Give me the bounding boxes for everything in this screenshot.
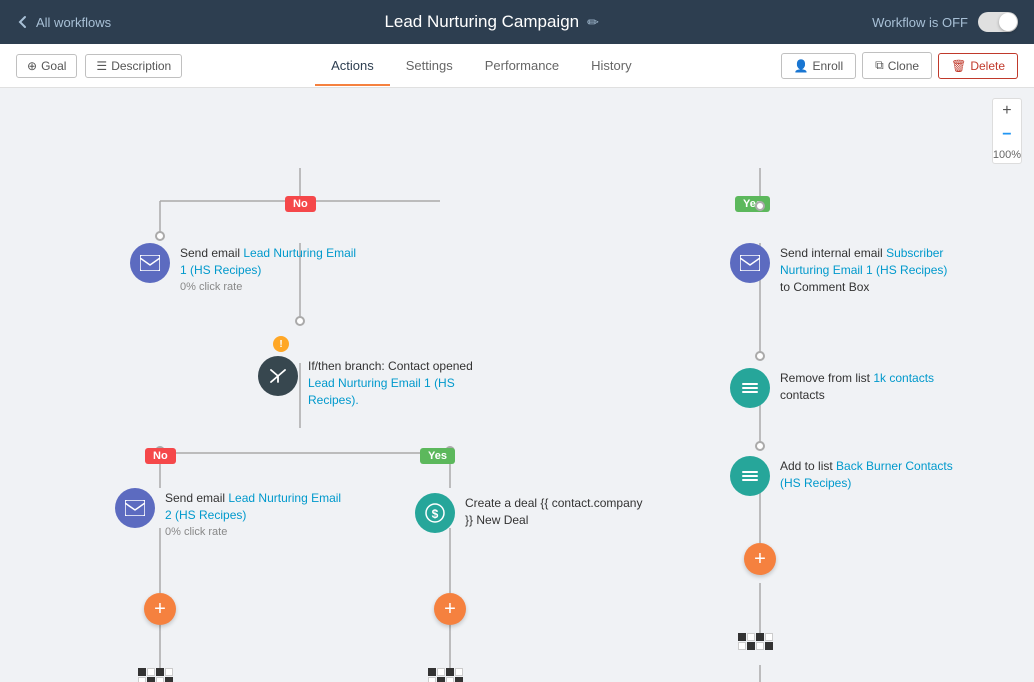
delete-button[interactable]: 🗑 Delete	[938, 53, 1018, 79]
node-send-internal-email[interactable]: Send internal email Subscriber Nurturing…	[730, 243, 960, 295]
conn-dot-2	[755, 201, 765, 211]
end-flag-right	[738, 633, 773, 650]
email-icon-2	[115, 488, 155, 528]
node-title-deal: Create a deal {{ contact.company }} New …	[465, 495, 645, 529]
header: All workflows Lead Nurturing Campaign ✏ …	[0, 0, 1034, 44]
tab-settings[interactable]: Settings	[390, 46, 469, 85]
deal-icon: $	[415, 493, 455, 533]
enroll-label: Enroll	[812, 59, 843, 73]
node-send-email-2[interactable]: Send email Lead Nurturing Email 2 (HS Re…	[115, 488, 345, 538]
goal-icon: ⊕	[27, 59, 37, 73]
node-content-deal: Create a deal {{ contact.company }} New …	[465, 493, 645, 529]
edit-icon[interactable]: ✏	[587, 14, 599, 31]
description-button[interactable]: ☰ Description	[85, 54, 182, 78]
back-navigation[interactable]: All workflows	[16, 15, 111, 30]
node-content-add: Add to list Back Burner Contacts (HS Rec…	[780, 456, 960, 492]
conn-dot-5	[755, 441, 765, 451]
workflow-status: Workflow is OFF	[872, 15, 968, 30]
no-branch-top: No	[285, 196, 316, 212]
zoom-level: 100%	[993, 147, 1021, 163]
branch-icon	[258, 356, 298, 396]
header-right: Workflow is OFF	[872, 12, 1018, 32]
workflow-toggle[interactable]	[978, 12, 1018, 32]
conn-dot-1	[155, 231, 165, 241]
remove-list-link[interactable]: 1k contacts	[873, 371, 934, 385]
node-branch[interactable]: If/then branch: Contact opened Lead Nurt…	[258, 356, 488, 408]
node-title-branch: If/then branch: Contact opened Lead Nurt…	[308, 358, 488, 408]
zoom-controls: + − 100%	[992, 98, 1022, 164]
clone-button[interactable]: ⧉ Clone	[862, 52, 932, 79]
node-add-list[interactable]: Add to list Back Burner Contacts (HS Rec…	[730, 456, 960, 496]
toggle-knob	[999, 13, 1017, 31]
clone-label: Clone	[888, 59, 919, 73]
tab-bar: Actions Settings Performance History	[315, 46, 648, 85]
end-flag-left	[138, 668, 173, 682]
email-icon-1	[130, 243, 170, 283]
yes-branch-bottom: Yes	[420, 448, 455, 464]
toolbar: ⊕ Goal ☰ Description Actions Settings Pe…	[0, 44, 1034, 88]
node-title-email-2: Send email Lead Nurturing Email 2 (HS Re…	[165, 490, 345, 524]
back-link[interactable]: All workflows	[36, 15, 111, 30]
tab-performance[interactable]: Performance	[469, 46, 575, 85]
add-btn-right[interactable]: +	[744, 543, 776, 575]
enroll-button[interactable]: 👤 Enroll	[781, 53, 857, 79]
goal-label: Goal	[41, 59, 66, 73]
node-create-deal[interactable]: $ Create a deal {{ contact.company }} Ne…	[415, 493, 645, 533]
branch-link[interactable]: Lead Nurturing Email 1 (HS Recipes).	[308, 376, 455, 407]
node-content-email-2: Send email Lead Nurturing Email 2 (HS Re…	[165, 488, 345, 538]
description-label: Description	[111, 59, 171, 73]
node-title-add: Add to list Back Burner Contacts (HS Rec…	[780, 458, 960, 492]
list-icon-remove	[730, 368, 770, 408]
clone-icon: ⧉	[875, 58, 884, 73]
toolbar-right: 👤 Enroll ⧉ Clone 🗑 Delete	[781, 52, 1019, 79]
add-btn-center[interactable]: +	[434, 593, 466, 625]
node-meta-email-1: 0% click rate	[180, 281, 360, 293]
conn-dot-4	[755, 351, 765, 361]
tab-actions[interactable]: Actions	[315, 46, 390, 85]
zoom-in-button[interactable]: +	[994, 99, 1020, 123]
add-btn-left[interactable]: +	[144, 593, 176, 625]
tab-history[interactable]: History	[575, 46, 647, 85]
enroll-icon: 👤	[794, 59, 809, 73]
node-remove-list[interactable]: Remove from list 1k contacts contacts	[730, 368, 960, 408]
node-meta-email-2: 0% click rate	[165, 526, 345, 538]
goal-button[interactable]: ⊕ Goal	[16, 54, 77, 78]
node-content-email-1: Send email Lead Nurturing Email 1 (HS Re…	[180, 243, 360, 293]
conn-dot-3	[295, 316, 305, 326]
toolbar-left: ⊕ Goal ☰ Description	[16, 54, 182, 78]
delete-icon: 🗑	[951, 59, 966, 73]
delete-label: Delete	[970, 59, 1005, 73]
list-icon-add	[730, 456, 770, 496]
back-arrow-icon	[16, 15, 30, 29]
node-content-internal: Send internal email Subscriber Nurturing…	[780, 243, 960, 295]
node-send-email-1[interactable]: Send email Lead Nurturing Email 1 (HS Re…	[130, 243, 360, 293]
header-center: Lead Nurturing Campaign ✏	[384, 12, 598, 32]
svg-text:$: $	[432, 507, 439, 521]
no-branch-bottom: No	[145, 448, 176, 464]
warning-dot: !	[273, 336, 289, 352]
description-icon: ☰	[96, 59, 107, 73]
email-icon-internal	[730, 243, 770, 283]
zoom-out-button[interactable]: −	[994, 123, 1020, 147]
workflow-canvas: + − 100% No Yes Send email Lead Nurturin…	[0, 88, 1034, 682]
node-content-remove: Remove from list 1k contacts contacts	[780, 368, 960, 404]
node-title-email-1: Send email Lead Nurturing Email 1 (HS Re…	[180, 245, 360, 279]
workflow-title: Lead Nurturing Campaign	[384, 12, 579, 32]
node-title-remove: Remove from list 1k contacts contacts	[780, 370, 960, 404]
node-title-internal: Send internal email Subscriber Nurturing…	[780, 245, 960, 295]
end-flag-center	[428, 668, 463, 682]
node-content-branch: If/then branch: Contact opened Lead Nurt…	[308, 356, 488, 408]
